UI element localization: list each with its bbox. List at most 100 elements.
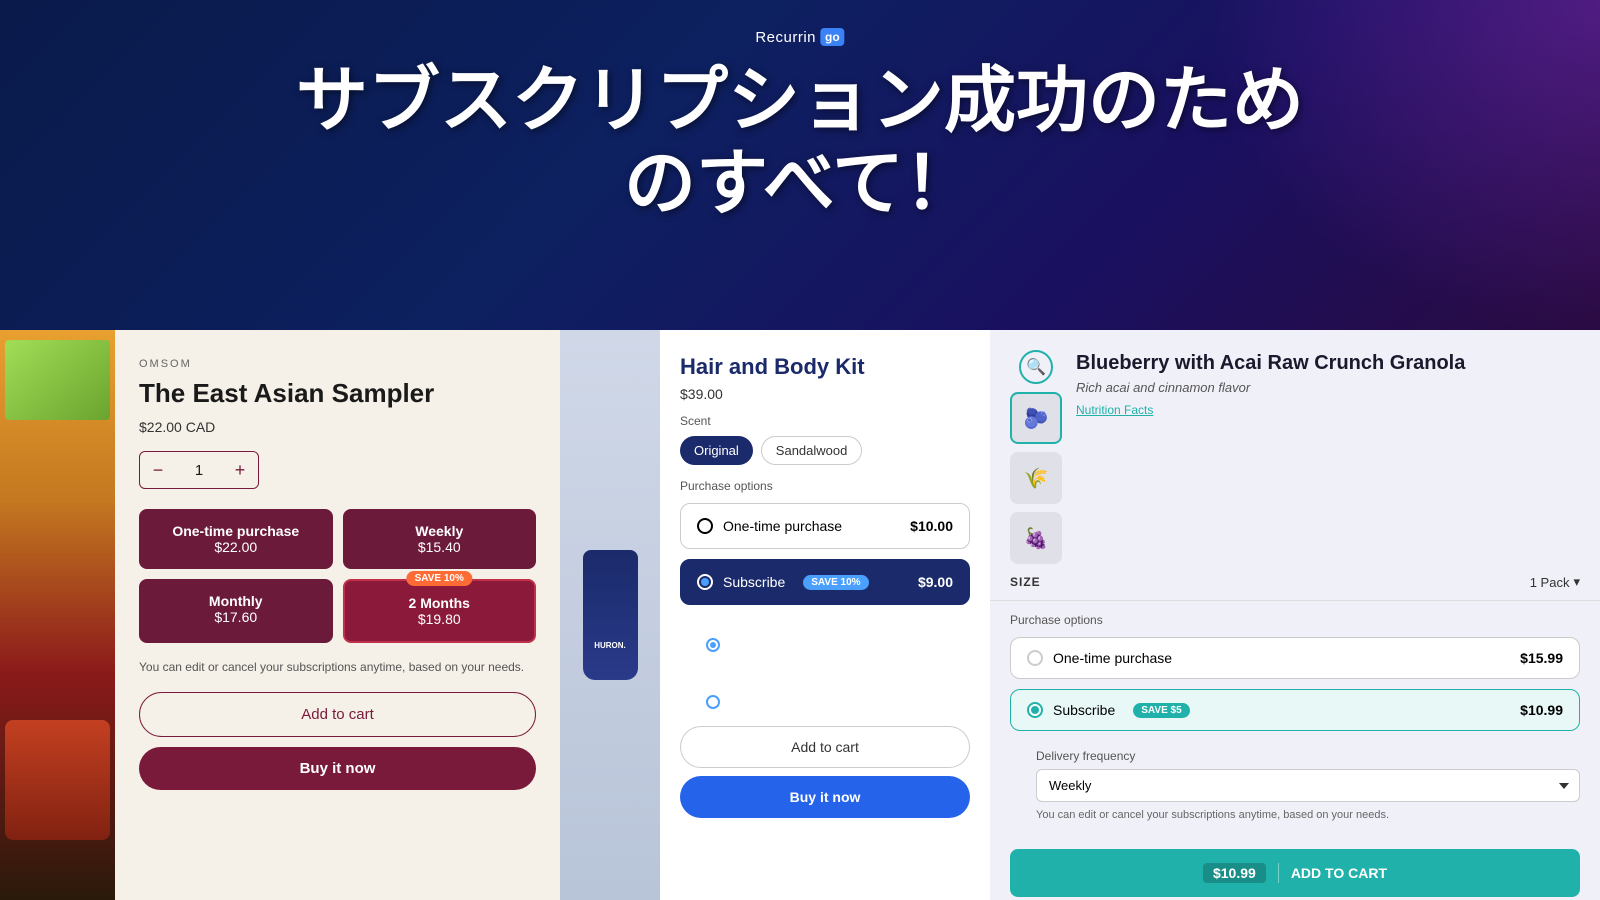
chevron-down-icon: ▾ xyxy=(1573,574,1580,590)
monthly-label: Monthly xyxy=(728,695,774,710)
card2-buy-now-button[interactable]: Buy it now xyxy=(680,776,970,818)
card3-subscribe-row[interactable]: Subscribe SAVE $5 $10.99 xyxy=(1010,689,1580,731)
card3-delivery-label: Delivery frequency xyxy=(1036,749,1580,763)
thumb-2-image: 🌾 xyxy=(1010,452,1062,504)
card3-one-time-price: $15.99 xyxy=(1520,650,1563,666)
weekly-delivery-option[interactable]: Weekly xyxy=(706,637,970,652)
scent-label: Scent xyxy=(680,414,970,428)
card3-po-label: Purchase options xyxy=(1010,613,1580,627)
option-weekly-price: $15.40 xyxy=(355,539,525,555)
option-weekly-label: Weekly xyxy=(355,523,525,539)
card3-subtitle: Rich acai and cinnamon flavor xyxy=(1076,380,1580,395)
one-time-radio xyxy=(697,518,713,534)
card2-image xyxy=(560,330,660,900)
card3-title: Blueberry with Acai Raw Crunch Granola xyxy=(1076,350,1580,376)
card3-subscribe-price: $10.99 xyxy=(1520,702,1563,718)
search-icon[interactable]: 🔍 xyxy=(1019,350,1053,384)
monthly-delivery-option[interactable]: Monthly xyxy=(706,695,970,710)
card3-one-time-left: One-time purchase xyxy=(1027,650,1172,666)
delivery-note: You can edit or cancel your subscription… xyxy=(728,656,970,687)
card3-one-time-row[interactable]: One-time purchase $15.99 xyxy=(1010,637,1580,679)
card3-subscribe-radio xyxy=(1027,702,1043,718)
logo: Recurrin go xyxy=(755,28,844,46)
subscribe-option-price: $9.00 xyxy=(918,574,953,590)
purchase-options-grid: One-time purchase $22.00 Weekly $15.40 M… xyxy=(139,509,536,643)
card2-price: $39.00 xyxy=(680,386,970,402)
bottle-image xyxy=(583,550,638,680)
option-2months-price: $19.80 xyxy=(357,611,523,627)
card1-content: OMSOM The East Asian Sampler $22.00 CAD … xyxy=(115,330,560,900)
card2-title: Hair and Body Kit xyxy=(680,354,970,380)
subscribe-option-row[interactable]: Subscribe SAVE 10% $9.00 xyxy=(680,559,970,605)
card2-content: Hair and Body Kit $39.00 Scent Original … xyxy=(660,330,990,900)
size-label: SIZE xyxy=(1010,575,1041,589)
one-time-option-name: One-time purchase xyxy=(723,518,842,534)
option-one-time[interactable]: One-time purchase $22.00 xyxy=(139,509,333,569)
delivery-section: Delivery frequency Weekly You can edit o… xyxy=(680,615,970,710)
headline-line2: のすべて！ xyxy=(100,143,1500,226)
logo-text: Recurrin xyxy=(755,29,816,46)
save-badge: SAVE 10% xyxy=(407,571,472,586)
card3-add-label: ADD TO CART xyxy=(1291,865,1387,881)
buy-now-button[interactable]: Buy it now xyxy=(139,747,536,790)
card3-purchase-options: Purchase options One-time purchase $15.9… xyxy=(990,601,1600,839)
one-time-option-left: One-time purchase xyxy=(697,518,842,534)
scent-original-button[interactable]: Original xyxy=(680,436,753,465)
option-monthly-label: Monthly xyxy=(151,593,321,609)
card2-add-cart-button[interactable]: Add to cart xyxy=(680,726,970,768)
cards-container: OMSOM The East Asian Sampler $22.00 CAD … xyxy=(0,330,1600,900)
one-time-option-row[interactable]: One-time purchase $10.00 xyxy=(680,503,970,549)
qty-decrease-button[interactable]: − xyxy=(140,452,176,488)
option-monthly-price: $17.60 xyxy=(151,609,321,625)
card3-delivery-select[interactable]: Weekly Monthly xyxy=(1036,769,1580,802)
logo-go: go xyxy=(820,28,845,46)
option-monthly[interactable]: Monthly $17.60 xyxy=(139,579,333,643)
card1-title: The East Asian Sampler xyxy=(139,378,536,409)
card3-delivery-section: Delivery frequency Weekly Monthly You ca… xyxy=(1010,741,1580,827)
card-granola: 🔍 🫐 🌾 🍇 Blueberry with Acai Raw Crunch G… xyxy=(990,330,1600,900)
card-omsom: OMSOM The East Asian Sampler $22.00 CAD … xyxy=(0,330,560,900)
card3-subscribe-left: Subscribe SAVE $5 xyxy=(1027,702,1190,718)
headline: サブスクリプション成功のため のすべて！ xyxy=(0,60,1600,226)
thumb-2[interactable]: 🌾 xyxy=(1010,452,1062,504)
card1-brand: OMSOM xyxy=(139,358,536,370)
delivery-label: Delivery frequency xyxy=(706,615,970,629)
subscribe-option-name: Subscribe xyxy=(723,574,785,590)
thumb-3-image: 🍇 xyxy=(1010,512,1062,564)
card3-add-price: $10.99 xyxy=(1203,863,1266,883)
qty-increase-button[interactable]: + xyxy=(222,452,258,488)
option-2months-label: 2 Months xyxy=(357,595,523,611)
size-value[interactable]: 1 Pack ▾ xyxy=(1530,574,1580,590)
thumb-1[interactable]: 🫐 xyxy=(1010,392,1062,444)
option-one-time-price: $22.00 xyxy=(151,539,321,555)
btn-divider xyxy=(1278,863,1279,883)
subscribe-option-left: Subscribe SAVE 10% xyxy=(697,574,869,590)
card3-thumbnails: 🔍 🫐 🌾 🍇 xyxy=(1010,350,1062,564)
headline-line1: サブスクリプション成功のため xyxy=(100,60,1500,143)
size-row: SIZE 1 Pack ▾ xyxy=(990,564,1600,601)
option-one-time-label: One-time purchase xyxy=(151,523,321,539)
weekly-label: Weekly xyxy=(728,637,770,652)
add-to-cart-button[interactable]: Add to cart xyxy=(139,692,536,737)
scent-sandalwood-button[interactable]: Sandalwood xyxy=(761,436,863,465)
nutrition-facts-link[interactable]: Nutrition Facts xyxy=(1076,403,1153,417)
card3-one-time-radio xyxy=(1027,650,1043,666)
card3-one-time-name: One-time purchase xyxy=(1053,650,1172,666)
note-text: You can edit or cancel your subscription… xyxy=(139,659,536,676)
card3-header: 🔍 🫐 🌾 🍇 Blueberry with Acai Raw Crunch G… xyxy=(990,330,1600,564)
card3-add-cart-button[interactable]: $10.99 ADD TO CART xyxy=(1010,849,1580,897)
scent-options: Original Sandalwood xyxy=(680,436,970,465)
card3-info: Blueberry with Acai Raw Crunch Granola R… xyxy=(1076,350,1580,419)
monthly-radio-dot xyxy=(706,695,720,709)
card3-save-badge: SAVE $5 xyxy=(1133,703,1189,718)
weekly-radio-dot xyxy=(706,638,720,652)
subscribe-radio xyxy=(697,574,713,590)
thumb-1-image: 🫐 xyxy=(1012,394,1060,442)
option-2months[interactable]: SAVE 10% 2 Months $19.80 xyxy=(343,579,537,643)
thumb-3[interactable]: 🍇 xyxy=(1010,512,1062,564)
card3-subscribe-name: Subscribe xyxy=(1053,702,1115,718)
subscribe-save-badge: SAVE 10% xyxy=(803,575,868,590)
purchase-options-label: Purchase options xyxy=(680,479,970,493)
quantity-control: − 1 + xyxy=(139,451,259,489)
option-weekly[interactable]: Weekly $15.40 xyxy=(343,509,537,569)
